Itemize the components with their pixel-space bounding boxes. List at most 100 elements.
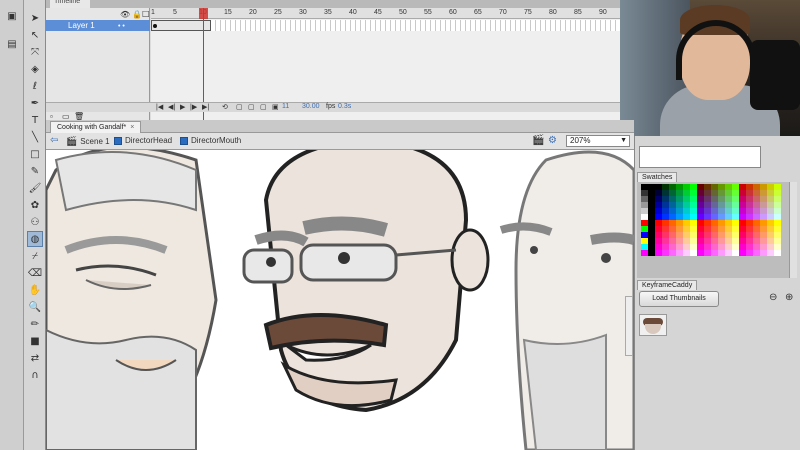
deco-icon[interactable]: ✿ [27, 197, 43, 213]
bone-icon[interactable]: ⚇ [27, 214, 43, 230]
breadcrumb-directorhead[interactable]: DirectorHead [114, 136, 172, 145]
zoom-icon[interactable]: 🔍 [27, 299, 43, 315]
document-tabbar: Cooking with Gandalf* × [46, 120, 634, 133]
free-transform-icon[interactable]: ⤧ [27, 44, 43, 60]
zoom-in-icon[interactable]: ⊕ [785, 292, 793, 303]
paint-bucket-icon[interactable]: ◍ [27, 231, 43, 247]
prev-frame-icon[interactable]: ◀| [168, 103, 175, 111]
first-frame-icon[interactable]: |◀ [156, 103, 163, 111]
ruler-tick-label: 20 [249, 9, 257, 16]
fill-color-icon[interactable]: ■ [27, 333, 43, 349]
color-swatch[interactable] [676, 250, 683, 256]
brush-icon[interactable]: 🖌 [27, 180, 43, 196]
color-swatch[interactable] [725, 250, 732, 256]
edit-symbols-icon[interactable]: ⚙ [548, 135, 557, 146]
keyframe-thumbnail[interactable] [639, 314, 667, 336]
eraser-icon[interactable]: ⌫ [27, 265, 43, 281]
breadcrumb-directormouth-label: DirectorMouth [191, 136, 242, 145]
panel-scrollbar[interactable] [625, 296, 633, 356]
selection-icon[interactable]: ➤ [27, 10, 43, 26]
color-swatch[interactable] [704, 250, 711, 256]
gradient-icon[interactable]: ◈ [27, 61, 43, 77]
edit-multiple-frames-icon[interactable]: ▢ [260, 103, 267, 111]
keyframe-span[interactable] [151, 20, 211, 31]
snap-icon[interactable]: ∩ [27, 367, 43, 383]
hand-icon[interactable]: ✋ [27, 282, 43, 298]
eye-icon[interactable]: 👁 [120, 10, 130, 19]
lock-icon[interactable]: 🔒 [132, 10, 142, 19]
breadcrumb-scene[interactable]: 🎬 Scene 1 [66, 136, 110, 147]
eyedropper-icon[interactable]: ⌿ [27, 248, 43, 264]
pen-icon[interactable]: ✒ [27, 95, 43, 111]
webcam-overlay [620, 0, 800, 136]
outline-icon[interactable]: □ [142, 9, 150, 18]
subselection-icon[interactable]: ↖ [27, 27, 43, 43]
timeline-controls: |◀ ◀| ▶ |▶ ▶| ⟲ ▢ ▢ ▢ ▣ 11 30.00 fps 0.3… [46, 102, 620, 112]
pencil-icon[interactable]: ✎ [27, 163, 43, 179]
color-swatch[interactable] [662, 250, 669, 256]
onion-skin-icon[interactable]: ▢ [236, 103, 243, 111]
timeline-tab[interactable]: Timeline [50, 0, 90, 8]
stage-canvas[interactable] [46, 150, 634, 450]
ruler-tick-label: 70 [499, 9, 507, 16]
frame-row[interactable] [151, 20, 620, 31]
color-swatch[interactable] [655, 250, 662, 256]
keyframecaddy-tab[interactable]: KeyframeCaddy [637, 280, 698, 290]
properties-panel-icon[interactable]: ▣ [4, 8, 20, 24]
lasso-icon[interactable]: ℓ [27, 78, 43, 94]
document-tab[interactable]: Cooking with Gandalf* × [50, 121, 142, 133]
frame-ruler[interactable]: 151015202530354045505560657075808590 [151, 8, 620, 19]
ruler-tick-label: 35 [324, 9, 332, 16]
close-tab-icon[interactable]: × [130, 124, 134, 131]
rectangle-icon[interactable]: □ [27, 146, 43, 162]
zoom-select[interactable]: 207% ▼ [566, 135, 630, 147]
onion-outline-icon[interactable]: ▢ [248, 103, 255, 111]
color-swatch[interactable] [718, 250, 725, 256]
layer-visibility-dots[interactable]: • • [118, 21, 125, 32]
ruler-tick-label: 90 [599, 9, 607, 16]
zoom-value: 207% [570, 136, 591, 145]
color-swatch[interactable] [683, 250, 690, 256]
back-arrow-icon[interactable]: ⇦ [50, 135, 58, 146]
color-swatch[interactable] [767, 250, 774, 256]
color-swatch[interactable] [732, 250, 739, 256]
color-swatch[interactable] [690, 250, 697, 256]
zoom-out-icon[interactable]: ⊖ [769, 292, 777, 303]
next-frame-icon[interactable]: |▶ [190, 103, 197, 111]
frame-rate[interactable]: 30.00 [302, 103, 320, 110]
color-swatch[interactable] [648, 250, 655, 256]
ruler-tick-label: 75 [524, 9, 532, 16]
swatches-scrollbar[interactable] [789, 182, 797, 278]
color-swatch[interactable] [774, 250, 781, 256]
current-frame[interactable]: 11 [282, 103, 289, 110]
layer-row[interactable]: Layer 1 • • [46, 20, 150, 31]
edit-scene-icon[interactable]: 🎬 [532, 135, 544, 146]
swap-colors-icon[interactable]: ⇄ [27, 350, 43, 366]
load-thumbnails-button[interactable]: Load Thumbnails [639, 291, 719, 307]
scene-icon: 🎬 [66, 136, 78, 146]
color-swatch[interactable] [669, 250, 676, 256]
swatches-tab[interactable]: Swatches [637, 172, 678, 182]
color-swatch[interactable] [711, 250, 718, 256]
last-frame-icon[interactable]: ▶| [202, 103, 209, 111]
color-swatch[interactable] [697, 250, 704, 256]
breadcrumb-directormouth[interactable]: DirectorMouth [180, 136, 241, 145]
color-swatch[interactable] [641, 250, 648, 256]
color-preview-box [639, 146, 761, 168]
ruler-tick-label: 85 [574, 9, 582, 16]
onion-markers-icon[interactable]: ▣ [272, 103, 279, 111]
swatches-panel [637, 182, 797, 278]
library-panel-icon[interactable]: ▤ [4, 36, 20, 52]
ruler-tick-label: 65 [474, 9, 482, 16]
stroke-color-icon[interactable]: ✏ [27, 316, 43, 332]
breadcrumb-scene-label: Scene 1 [80, 137, 110, 146]
text-icon[interactable]: T [27, 112, 43, 128]
ruler-tick-label: 25 [274, 9, 282, 16]
color-swatch[interactable] [739, 250, 746, 256]
color-swatch[interactable] [746, 250, 753, 256]
play-icon[interactable]: ▶ [180, 103, 185, 111]
line-icon[interactable]: ╲ [27, 129, 43, 145]
color-swatch[interactable] [760, 250, 767, 256]
loop-icon[interactable]: ⟲ [222, 103, 228, 111]
color-swatch[interactable] [753, 250, 760, 256]
